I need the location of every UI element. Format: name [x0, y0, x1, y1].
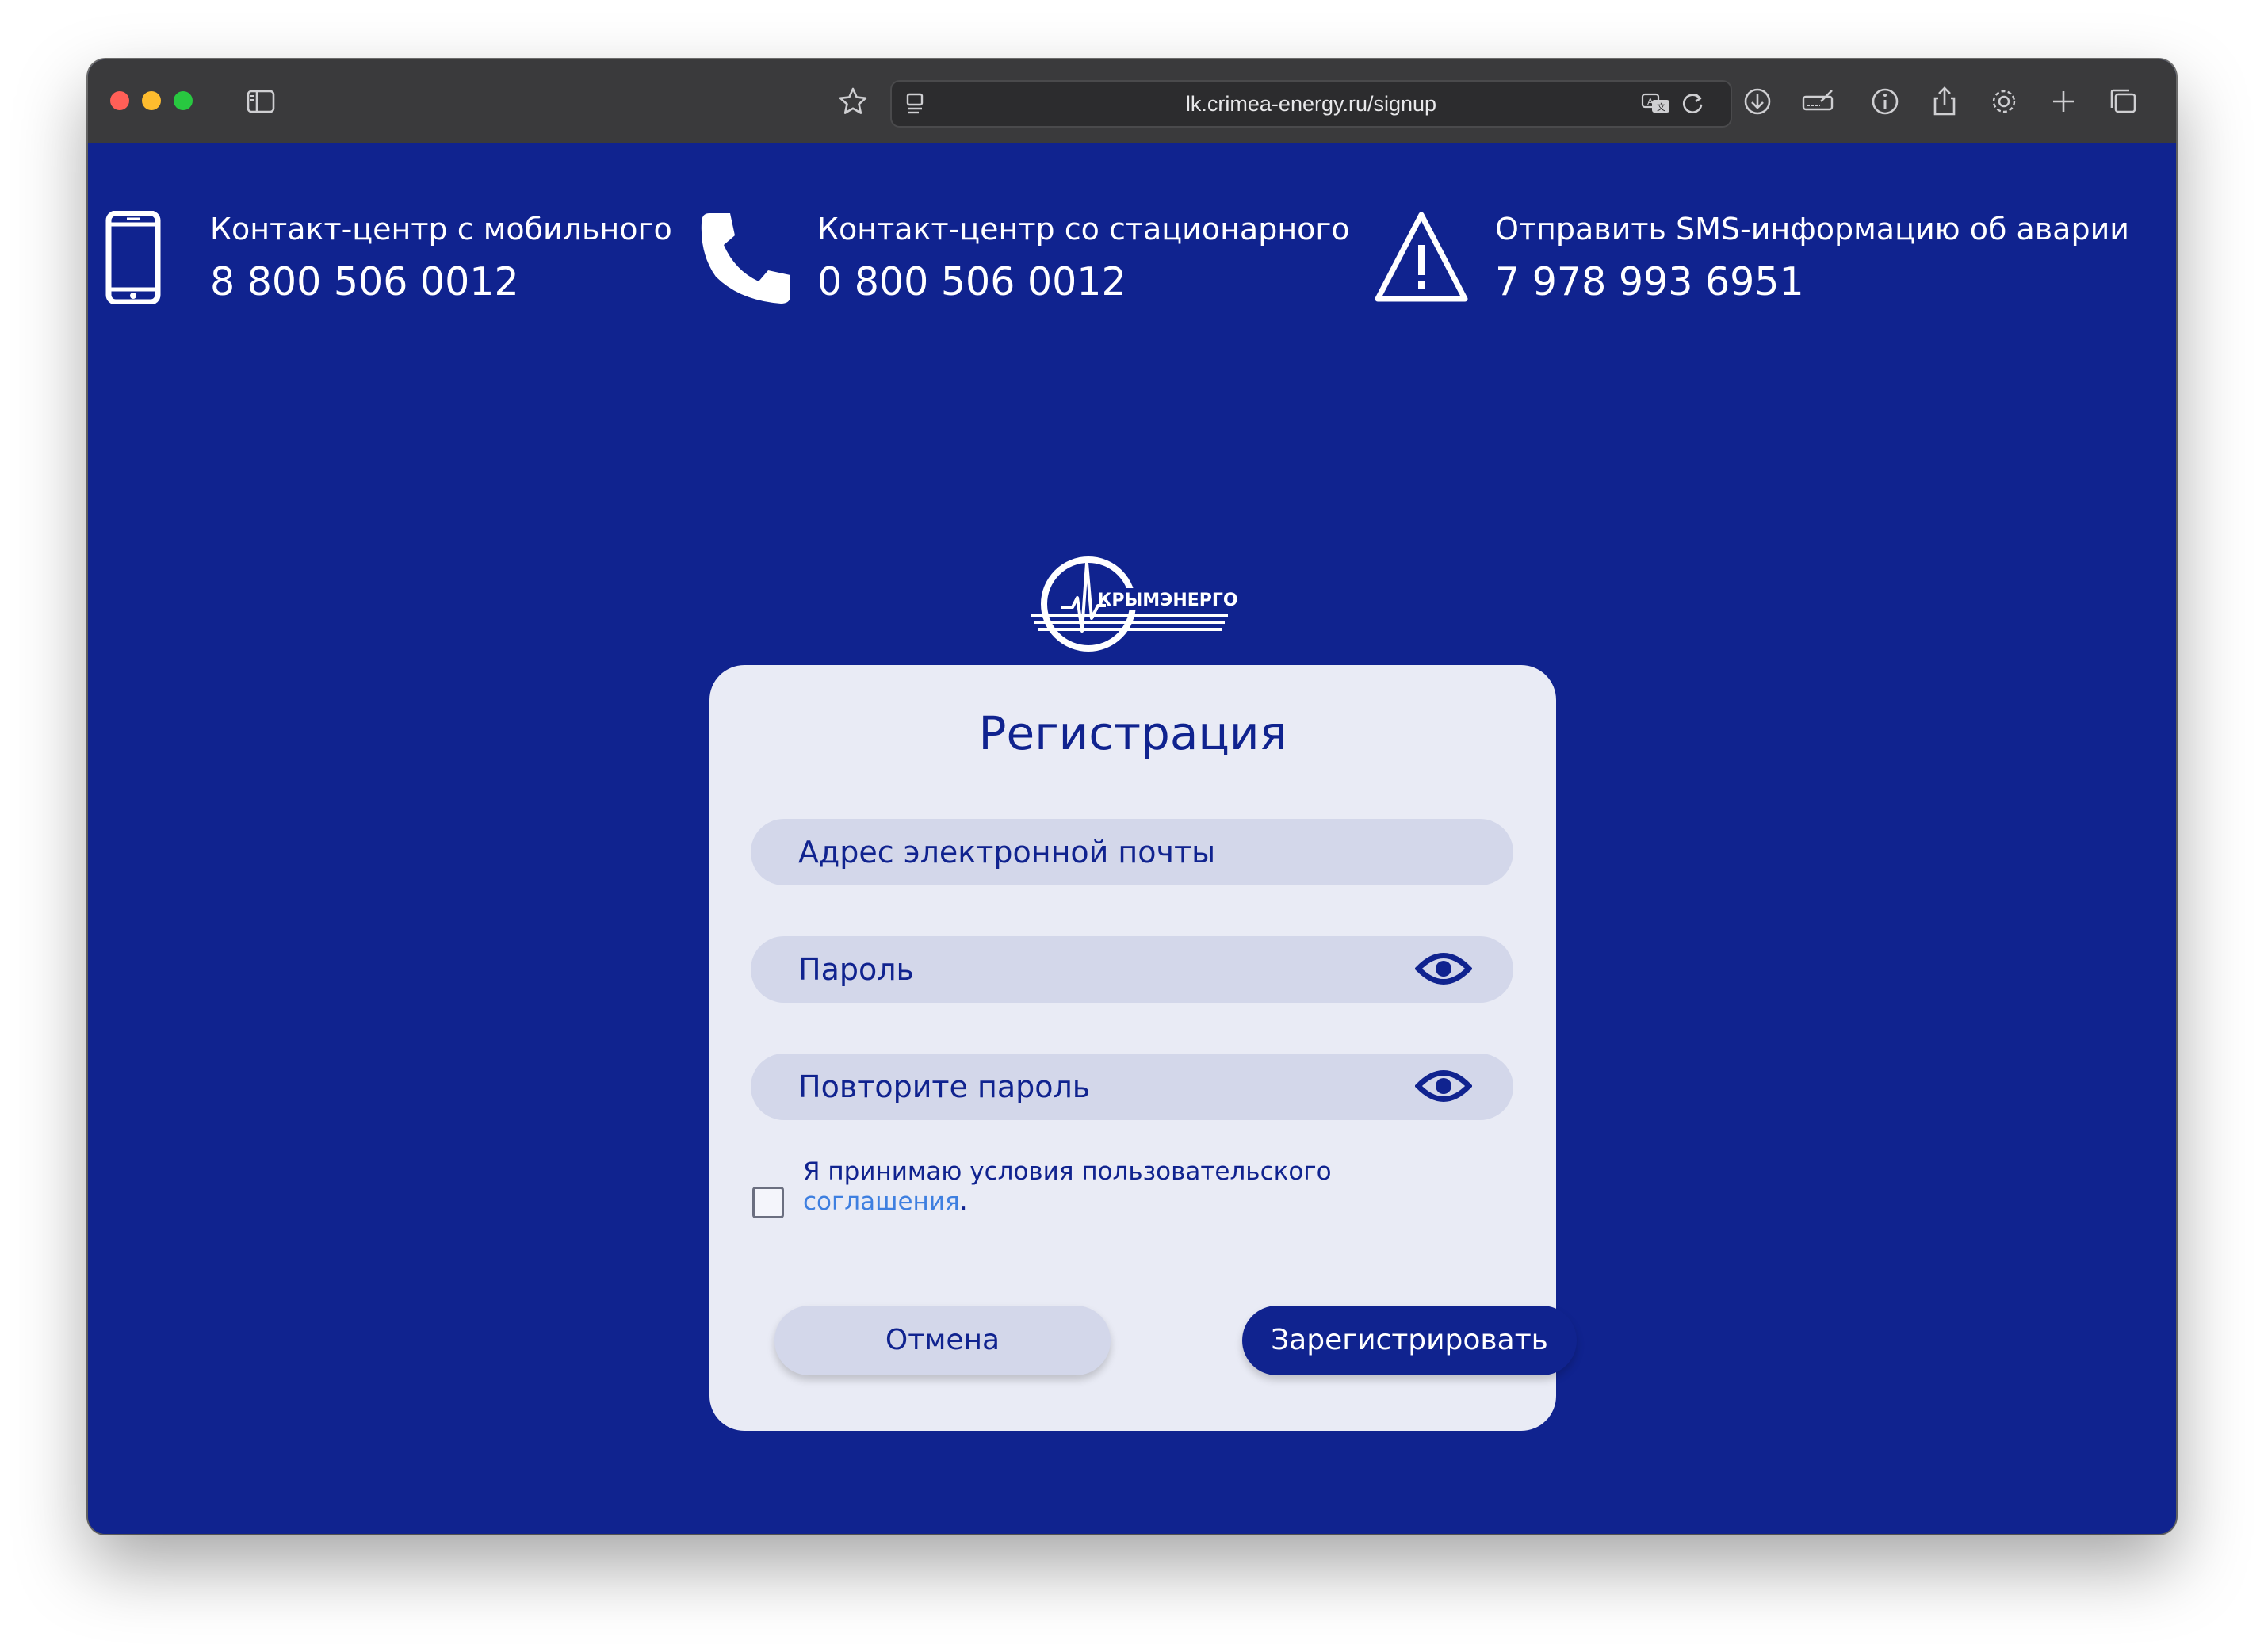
- contact-sms-title: Отправить SMS-информацию об аварии: [1495, 212, 2129, 247]
- zoom-window-button[interactable]: [174, 91, 193, 110]
- contact-sms-phone[interactable]: 7 978 993 6951: [1495, 259, 1804, 304]
- terms-consent-period: .: [959, 1187, 968, 1216]
- tabs-icon[interactable]: [2105, 84, 2140, 119]
- terms-consent-text: Я принимаю условия пользовательского сог…: [803, 1157, 1437, 1217]
- browser-window: lk.crimea-energy.ru/signup A文 Контакт-це…: [88, 59, 2176, 1534]
- cancel-button[interactable]: Отмена: [774, 1306, 1111, 1375]
- mobile-phone-icon: [105, 210, 161, 305]
- svg-text:文: 文: [1657, 101, 1665, 113]
- logo-text: КРЫМЭНЕРГО: [1097, 591, 1237, 610]
- email-field[interactable]: Адрес электронной почты: [751, 819, 1513, 885]
- translate-icon[interactable]: A文: [1639, 86, 1673, 120]
- page-title: Регистрация: [978, 706, 1287, 760]
- show-password-eye-icon[interactable]: [1414, 949, 1473, 989]
- contact-landline-title: Контакт-центр со стационарного: [817, 212, 1350, 247]
- star-icon[interactable]: [836, 84, 870, 119]
- email-placeholder[interactable]: Адрес электронной почты: [798, 835, 1215, 870]
- registration-card: Регистрация Адрес электронной почты Паро…: [709, 665, 1577, 1431]
- terms-checkbox[interactable]: [752, 1187, 784, 1218]
- info-icon[interactable]: [1868, 84, 1903, 119]
- reload-icon[interactable]: [1675, 86, 1710, 120]
- repeat-password-field[interactable]: Повторите пароль: [751, 1054, 1513, 1120]
- terms-agreement-link[interactable]: соглашения: [803, 1187, 960, 1216]
- address-bar[interactable]: lk.crimea-energy.ru/signup A文: [890, 80, 1732, 128]
- minimize-window-button[interactable]: [142, 91, 161, 110]
- register-button[interactable]: Зарегистрировать: [1242, 1306, 1577, 1375]
- close-window-button[interactable]: [110, 91, 129, 110]
- password-field[interactable]: Пароль: [751, 936, 1513, 1003]
- contact-mobile-phone[interactable]: 8 800 506 0012: [210, 259, 519, 304]
- terms-consent-label: Я принимаю условия пользовательского: [803, 1157, 1332, 1186]
- gear-icon[interactable]: [1987, 84, 2021, 119]
- warning-triangle-icon: [1374, 210, 1469, 304]
- svg-text:A: A: [1647, 97, 1654, 107]
- signup-page: Контакт-центр с мобильного 8 800 506 001…: [88, 143, 2176, 1534]
- sidebar-icon[interactable]: [243, 84, 278, 119]
- browser-toolbar: lk.crimea-energy.ru/signup A文: [88, 59, 2176, 145]
- show-repeat-password-eye-icon[interactable]: [1414, 1066, 1473, 1106]
- contact-landline-phone[interactable]: 0 800 506 0012: [817, 259, 1126, 304]
- share-icon[interactable]: [1927, 84, 1962, 119]
- download-icon[interactable]: [1740, 84, 1775, 119]
- plus-icon[interactable]: [2046, 84, 2081, 119]
- extensions-icon[interactable]: [1800, 84, 1835, 119]
- telephone-handset-icon: [698, 210, 797, 307]
- url-text[interactable]: lk.crimea-energy.ru/signup: [892, 92, 1731, 117]
- password-placeholder[interactable]: Пароль: [798, 952, 914, 987]
- krymenergo-logo: КРЫМЭНЕРГО: [1031, 552, 1238, 655]
- contact-mobile-title: Контакт-центр с мобильного: [210, 212, 672, 247]
- repeat-password-placeholder[interactable]: Повторите пароль: [798, 1069, 1090, 1104]
